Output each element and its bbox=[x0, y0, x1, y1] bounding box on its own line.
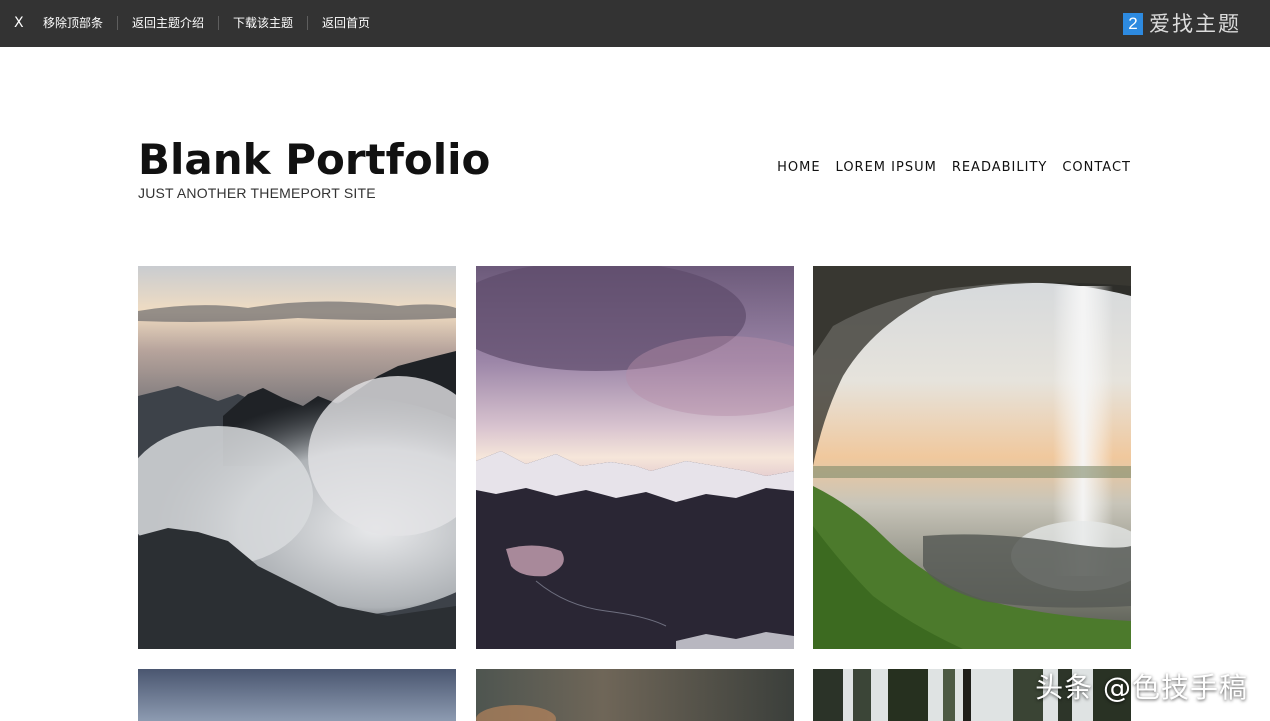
brand-logo[interactable]: 2 爱找主题 bbox=[1123, 11, 1241, 37]
site-tagline: JUST ANOTHER THEMEPORT SITE bbox=[138, 185, 376, 201]
site-title[interactable]: Blank Portfolio bbox=[138, 132, 490, 188]
cloudy-mountains-photo bbox=[138, 266, 456, 649]
main-nav: HOME LOREM IPSUM READABILITY CONTACT bbox=[777, 159, 1131, 177]
cave-waterfall-photo bbox=[813, 266, 1131, 649]
snowy-mountain-lake-photo bbox=[476, 266, 794, 649]
watermark: 头条 @色技手稿 bbox=[1035, 671, 1248, 704]
gallery-item-snowy-mountain-lake[interactable] bbox=[476, 266, 794, 649]
top-bar: X 移除顶部条 返回主题介绍 下载该主题 返回首页 2 爱找主题 bbox=[0, 0, 1270, 47]
nav-item-readability[interactable]: READABILITY bbox=[952, 159, 1048, 177]
nav-item-lorem-ipsum[interactable]: LOREM IPSUM bbox=[836, 159, 937, 177]
brand-name: 爱找主题 bbox=[1149, 12, 1241, 36]
nav-item-home[interactable]: HOME bbox=[777, 159, 820, 177]
remove-topbar-link[interactable]: 移除顶部条 bbox=[29, 14, 117, 32]
gallery-item-cloudy-mountains[interactable] bbox=[138, 266, 456, 649]
gallery-item-sunset-landscape[interactable] bbox=[476, 669, 794, 721]
gallery-item-cave-waterfall[interactable] bbox=[813, 266, 1131, 649]
blue-sky-photo bbox=[138, 669, 456, 721]
close-topbar-button[interactable]: X bbox=[14, 13, 24, 33]
sunset-landscape-photo bbox=[476, 669, 794, 721]
download-theme-link[interactable]: 下载该主题 bbox=[219, 14, 307, 32]
gallery-item-blue-sky[interactable] bbox=[138, 669, 456, 721]
topbar-links: 移除顶部条 返回主题介绍 下载该主题 返回首页 bbox=[29, 14, 384, 32]
back-to-home-link[interactable]: 返回首页 bbox=[308, 14, 384, 32]
back-to-theme-intro-link[interactable]: 返回主题介绍 bbox=[118, 14, 218, 32]
brand-badge-icon: 2 bbox=[1123, 13, 1143, 35]
nav-item-contact[interactable]: CONTACT bbox=[1062, 159, 1131, 177]
